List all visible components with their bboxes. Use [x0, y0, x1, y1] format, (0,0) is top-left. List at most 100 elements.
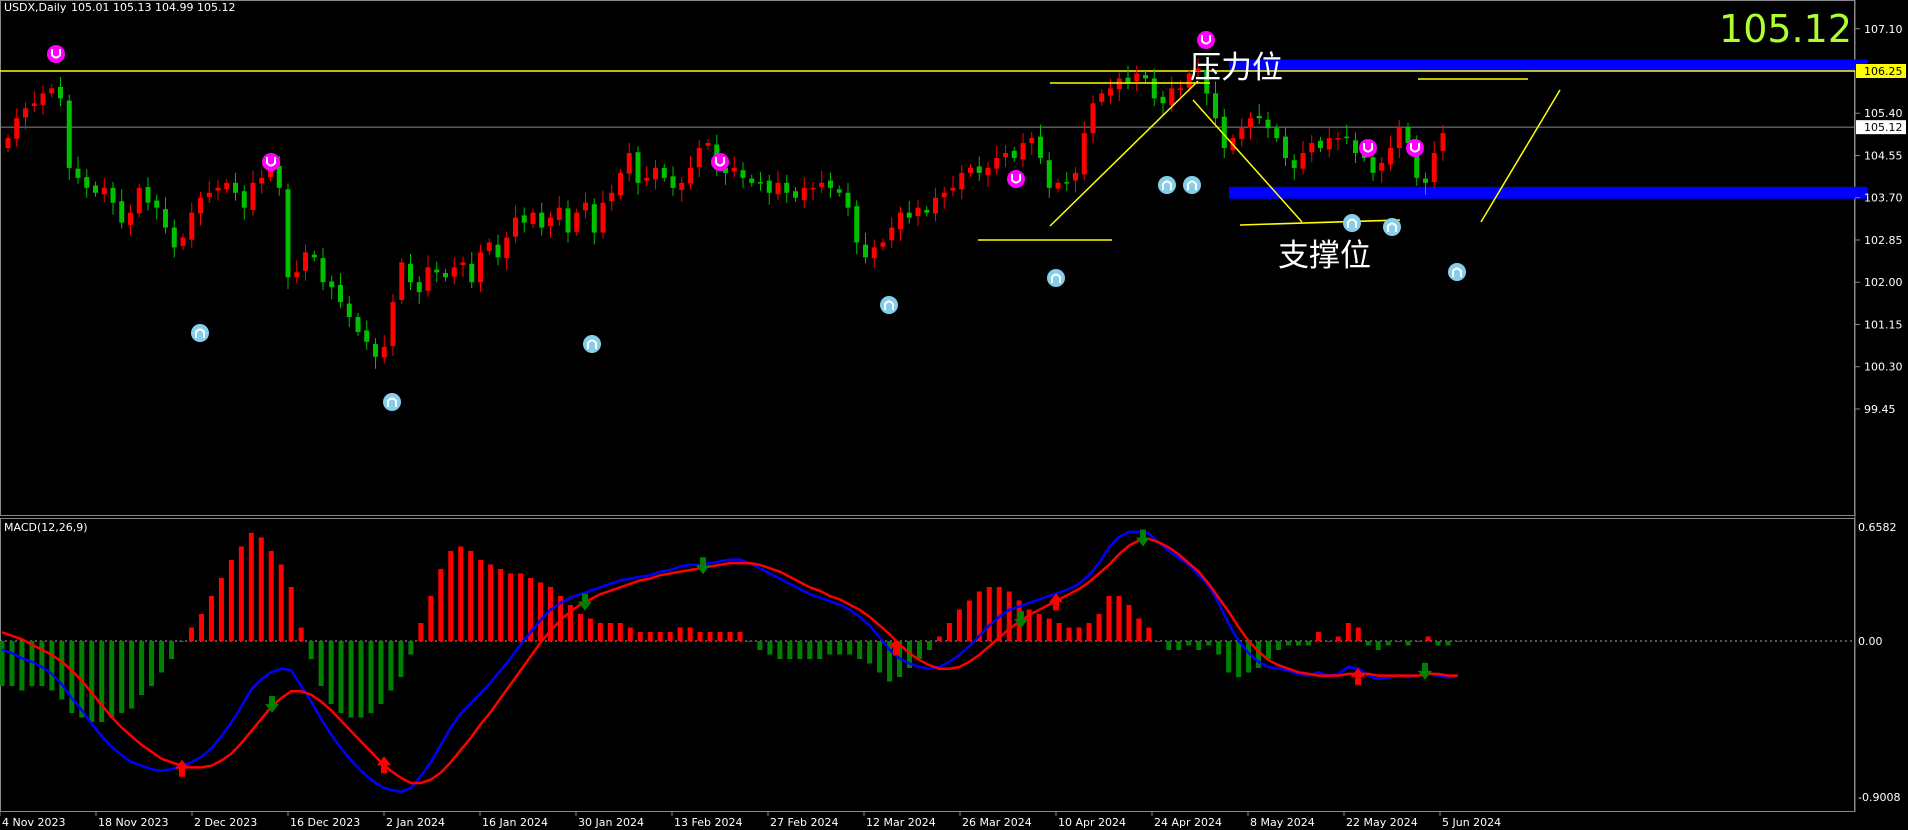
candle-body — [793, 191, 798, 198]
macd-histogram-bar — [129, 641, 135, 709]
candle-body — [478, 252, 483, 283]
candle-body — [373, 344, 378, 357]
x-tick-label: 27 Feb 2024 — [770, 816, 838, 829]
candle-body — [1143, 74, 1148, 79]
candle-body — [521, 215, 527, 223]
candle-body — [583, 202, 588, 211]
macd-histogram-bar — [1146, 627, 1152, 641]
candle-body — [679, 182, 685, 191]
candle-body — [1099, 93, 1105, 102]
projection-line — [1480, 89, 1561, 223]
macd-histogram-bar — [587, 618, 593, 641]
candle-body — [14, 118, 20, 139]
macd-histogram-bar — [288, 586, 294, 641]
candle-body — [224, 182, 230, 190]
macd-histogram-bar — [1096, 613, 1102, 641]
macd-histogram-bar — [1206, 641, 1212, 646]
fractal-up-icon — [262, 153, 280, 171]
candle-body — [1151, 78, 1157, 99]
macd-histogram-bar — [757, 641, 763, 651]
macd-histogram-bar — [1305, 641, 1311, 646]
macd-histogram-bar — [208, 595, 214, 641]
candle-body — [1423, 178, 1428, 183]
candle-body — [1029, 138, 1035, 144]
macd-histogram-bar — [1106, 595, 1112, 641]
macd-histogram-bar — [378, 641, 384, 705]
candle-body — [1370, 157, 1376, 173]
macd-histogram-bar — [727, 631, 733, 641]
candle-body — [1169, 88, 1175, 106]
macd-histogram-bar — [847, 641, 853, 655]
macd-histogram-bar — [238, 546, 244, 641]
x-tick-label: 5 Jun 2024 — [1442, 816, 1501, 829]
candle-body — [1239, 128, 1245, 139]
price-axis: 107.10 106.25 105.40105.12 104.55 103.70 102.… — [1855, 23, 1906, 416]
macd-histogram-bar — [468, 550, 474, 641]
candle-body — [311, 254, 317, 258]
fractal-down-icon — [1343, 214, 1361, 232]
candle-body — [189, 212, 195, 240]
macd-histogram-bar — [857, 641, 863, 660]
candle-body — [985, 167, 991, 176]
zone-resistance — [1229, 59, 1868, 71]
candle-body — [338, 284, 343, 303]
candle-body — [933, 197, 938, 214]
time-axis: 4 Nov 2023 18 Nov 2023 2 Dec 2023 16 Dec 20… — [0, 812, 1501, 829]
candle-body — [180, 237, 186, 246]
x-tick-label: 26 Mar 2024 — [962, 816, 1032, 829]
candle-body — [285, 189, 291, 278]
candle-body — [1064, 182, 1070, 184]
macd-histogram-bar — [19, 641, 25, 691]
macd-histogram-bar — [946, 622, 952, 641]
candle-body — [276, 165, 282, 188]
candle-body — [871, 247, 877, 259]
candle-body — [819, 182, 825, 188]
x-tick-label: 2 Dec 2023 — [194, 816, 257, 829]
candle-body — [84, 177, 90, 188]
macd-histogram-bar — [956, 609, 962, 641]
macd-histogram-bar — [1126, 604, 1132, 641]
y-tick-label: 102.85 — [1864, 234, 1903, 247]
sell-arrow-icon — [578, 593, 592, 611]
macd-histogram-bar — [428, 595, 434, 641]
candle-body — [644, 177, 650, 181]
candle-body — [758, 182, 763, 184]
candle-body — [731, 167, 737, 172]
macd-histogram-bar — [478, 559, 484, 641]
candle-body — [233, 182, 238, 193]
horizontal-lines — [0, 70, 1855, 128]
macd-histogram-bar — [627, 627, 633, 641]
candle-body — [1081, 133, 1087, 175]
macd-histogram-bar — [657, 631, 663, 641]
macd-histogram-bar — [1425, 636, 1431, 641]
chart-canvas[interactable]: 107.10106.25105.40105.12104.55103.70102.… — [0, 0, 1908, 830]
candle-body — [1300, 153, 1306, 169]
macd-histogram-bar — [9, 641, 15, 687]
macd-title: MACD(12,26,9) — [4, 521, 88, 534]
candle-body — [1108, 88, 1113, 96]
candle-body — [976, 166, 982, 173]
macd-histogram-bar — [498, 568, 504, 641]
candle-body — [766, 180, 772, 193]
macd-histogram-bar — [926, 641, 932, 651]
macd-histogram-bar — [308, 641, 314, 660]
macd-histogram-bar — [1186, 641, 1192, 646]
candle-body — [1046, 160, 1052, 188]
macd-histogram-bar — [617, 622, 623, 641]
candle-body — [1090, 103, 1096, 134]
candle-body — [1134, 73, 1140, 82]
macd-histogram-bar — [837, 641, 843, 655]
macd-histogram-bar — [1455, 641, 1461, 642]
candlesticks — [5, 58, 1446, 369]
fractal-down-icon — [383, 393, 401, 411]
macd-histogram-bar — [986, 586, 992, 641]
candle-body — [1116, 78, 1122, 90]
candle-body — [915, 207, 921, 217]
trend-line-up — [1049, 80, 1199, 227]
y-tick-label: 99.45 — [1864, 403, 1896, 416]
macd-histogram-bar — [368, 641, 374, 714]
x-tick-label: 18 Nov 2023 — [98, 816, 168, 829]
candle-body — [451, 267, 457, 277]
macd-histogram-bar — [1395, 641, 1401, 642]
y-tick-label: 101.15 — [1864, 318, 1903, 331]
